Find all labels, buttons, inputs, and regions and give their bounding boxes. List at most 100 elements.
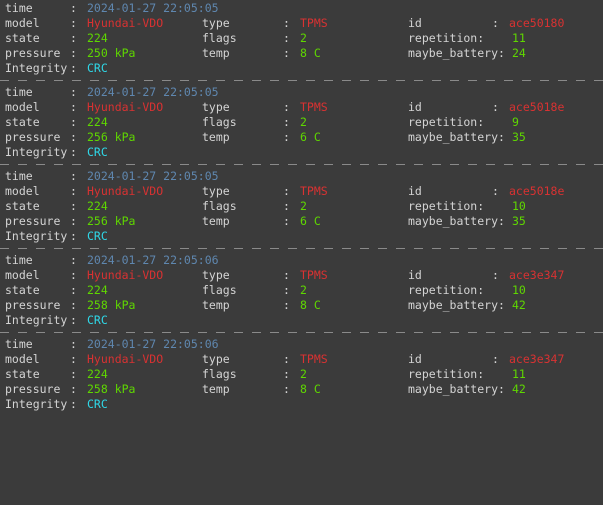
- field-colon: :: [283, 382, 290, 396]
- field-value-flags: 2: [300, 31, 307, 45]
- field-value-temp: 8 C: [300, 382, 321, 396]
- field-value-time: 2024-01-27 22:05:05: [87, 1, 219, 15]
- field-repetition: repetition: 11: [408, 31, 526, 46]
- field-label-temp: temp: [202, 298, 230, 312]
- field-label-temp: temp: [202, 130, 230, 144]
- field-repetition: repetition: 11: [408, 367, 526, 382]
- field-colon: :: [283, 100, 290, 114]
- output-row: time:2024-01-27 22:05:06: [0, 337, 603, 352]
- field-model: model: Hyundai-VDO: [5, 16, 163, 31]
- field-colon: :: [70, 313, 77, 327]
- field-label-integrity: Integrity: [5, 229, 68, 243]
- output-row: model: Hyundai-VDO type: TPMS id: ace3e347: [0, 268, 603, 283]
- field-id: id: ace5018e: [408, 100, 564, 115]
- field-colon: :: [492, 100, 499, 114]
- field-label-repetition: repetition:: [408, 199, 485, 213]
- output-row: model: Hyundai-VDO type: TPMS id: ace3e347: [0, 352, 603, 367]
- field-colon: :: [283, 352, 290, 366]
- field-maybe_battery: maybe_battery: 42: [408, 382, 526, 397]
- field-label-type: type: [202, 16, 230, 30]
- field-label-time: time: [5, 169, 33, 183]
- field-pressure: pressure:256 kPa: [5, 214, 135, 229]
- field-value-type: TPMS: [300, 352, 328, 366]
- field-value-maybe_battery: 35: [512, 214, 526, 228]
- field-value-state: 224: [87, 367, 108, 381]
- output-row: pressure:250 kPa temp:8 Cmaybe_battery: 24: [0, 46, 603, 61]
- field-label-time: time: [5, 337, 33, 351]
- field-model: model: Hyundai-VDO: [5, 268, 163, 283]
- field-colon: :: [70, 85, 77, 99]
- field-label-id: id: [408, 268, 422, 282]
- field-value-repetition: 11: [512, 367, 526, 381]
- field-pressure: pressure:258 kPa: [5, 298, 135, 313]
- field-colon: :: [70, 268, 77, 282]
- field-value-maybe_battery: 42: [512, 382, 526, 396]
- field-model: model: Hyundai-VDO: [5, 100, 163, 115]
- terminal-output[interactable]: time:2024-01-27 22:05:05 model: Hyundai-VD…: [0, 0, 603, 505]
- field-colon: :: [70, 1, 77, 15]
- field-label-maybe_battery: maybe_battery:: [408, 130, 505, 144]
- field-type: type: TPMS: [202, 100, 328, 115]
- field-integrity: Integrity: CRC: [5, 397, 108, 412]
- field-colon: :: [70, 184, 77, 198]
- field-value-flags: 2: [300, 199, 307, 213]
- field-value-repetition: 9: [512, 115, 519, 129]
- field-label-maybe_battery: maybe_battery:: [408, 382, 505, 396]
- field-colon: :: [70, 367, 77, 381]
- field-colon: :: [70, 283, 77, 297]
- field-label-id: id: [408, 100, 422, 114]
- field-temp: temp:6 C: [202, 214, 321, 229]
- field-label-state: state: [5, 283, 40, 297]
- field-colon: :: [70, 46, 77, 60]
- field-temp: temp:8 C: [202, 382, 321, 397]
- field-colon: :: [70, 199, 77, 213]
- field-state: state:224: [5, 199, 108, 214]
- field-label-state: state: [5, 367, 40, 381]
- field-maybe_battery: maybe_battery: 35: [408, 130, 526, 145]
- field-value-id: ace5018e: [509, 100, 565, 114]
- field-label-state: state: [5, 31, 40, 45]
- field-type: type: TPMS: [202, 268, 328, 283]
- field-label-pressure: pressure: [5, 298, 61, 312]
- field-label-type: type: [202, 184, 230, 198]
- field-id: id: ace3e347: [408, 268, 564, 283]
- output-row: Integrity: CRC: [0, 145, 603, 160]
- field-label-flags: flags: [202, 31, 237, 45]
- output-row: Integrity: CRC: [0, 61, 603, 76]
- field-state: state:224: [5, 115, 108, 130]
- field-temp: temp:8 C: [202, 298, 321, 313]
- output-row: time:2024-01-27 22:05:05: [0, 1, 603, 16]
- field-colon: :: [70, 229, 77, 243]
- field-value-model: Hyundai-VDO: [87, 100, 164, 114]
- field-label-type: type: [202, 268, 230, 282]
- field-colon: :: [283, 283, 290, 297]
- field-value-integrity: CRC: [87, 145, 108, 159]
- field-value-repetition: 10: [512, 283, 526, 297]
- field-value-flags: 2: [300, 367, 307, 381]
- field-colon: :: [70, 100, 77, 114]
- output-row: Integrity: CRC: [0, 397, 603, 412]
- record-separator: [0, 248, 603, 249]
- field-type: type: TPMS: [202, 184, 328, 199]
- sensor-record: time:2024-01-27 22:05:06 model: Hyundai-VD…: [0, 248, 603, 328]
- field-label-flags: flags: [202, 115, 237, 129]
- field-id: id: ace50180: [408, 16, 564, 31]
- field-label-temp: temp: [202, 214, 230, 228]
- field-maybe_battery: maybe_battery: 35: [408, 214, 526, 229]
- field-temp: temp:8 C: [202, 46, 321, 61]
- field-colon: :: [70, 130, 77, 144]
- field-colon: :: [70, 169, 77, 183]
- field-repetition: repetition: 10: [408, 283, 526, 298]
- output-row: time:2024-01-27 22:05:06: [0, 253, 603, 268]
- field-value-maybe_battery: 42: [512, 298, 526, 312]
- field-label-type: type: [202, 352, 230, 366]
- field-value-state: 224: [87, 31, 108, 45]
- field-value-pressure: 250 kPa: [87, 46, 136, 60]
- output-row: pressure:256 kPa temp:6 Cmaybe_battery: 35: [0, 130, 603, 145]
- field-colon: :: [70, 145, 77, 159]
- field-type: type: TPMS: [202, 352, 328, 367]
- field-value-repetition: 10: [512, 199, 526, 213]
- field-value-integrity: CRC: [87, 229, 108, 243]
- field-value-id: ace3e347: [509, 268, 565, 282]
- output-row: pressure:258 kPa temp:8 Cmaybe_battery: 42: [0, 298, 603, 313]
